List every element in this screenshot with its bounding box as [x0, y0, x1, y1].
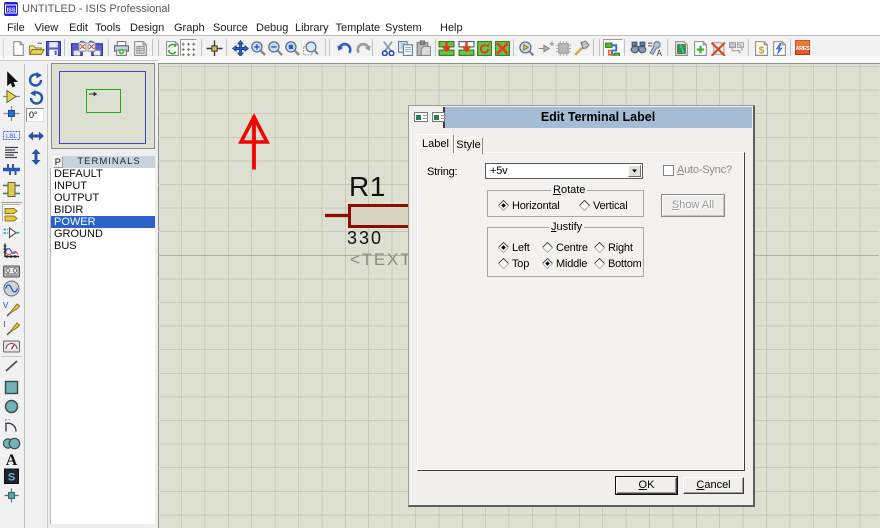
svg-text:ARES: ARES [795, 46, 809, 52]
svg-text:I: I [4, 320, 6, 329]
svg-text:$: $ [759, 45, 765, 56]
svg-text:S: S [8, 472, 15, 484]
svg-text:A: A [6, 452, 18, 468]
svg-text:V: V [3, 301, 9, 310]
svg-text:LBL: LBL [6, 133, 18, 140]
svg-text:ISS: ISS [7, 7, 16, 13]
